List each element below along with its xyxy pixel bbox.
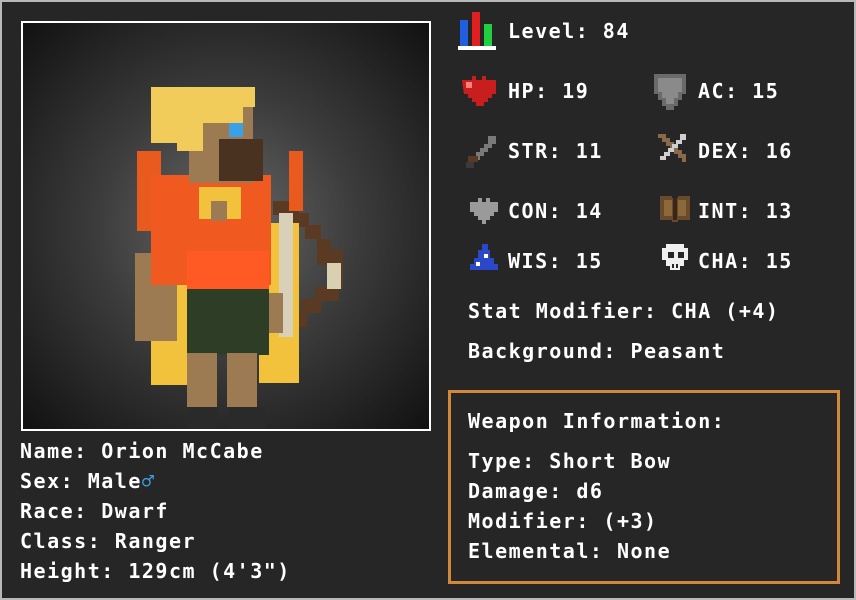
shield-icon (654, 74, 686, 110)
weapon-type-label: Type: (468, 449, 536, 473)
weapon-title: Weapon Information: (468, 409, 726, 433)
height-label: Height: (20, 559, 115, 583)
race-line: Race: Dwarf (20, 499, 169, 523)
stat-modifier-line: Stat Modifier: CHA (+4) (468, 299, 779, 323)
heart-icon (462, 76, 496, 106)
height-line: Height: 129cm (4'3") (20, 559, 291, 583)
character-class: Ranger (114, 529, 197, 553)
background-value: Peasant (630, 339, 726, 363)
ac-label: AC: (698, 79, 739, 103)
dex-value: 16 (765, 139, 793, 163)
character-height: 129cm (4'3") (128, 559, 291, 583)
character-name: Orion McCabe (101, 439, 264, 463)
level-bars-icon (458, 12, 496, 50)
background-label: Background: (468, 339, 617, 363)
grey-heart-icon (470, 198, 498, 224)
weapon-modifier-line: Modifier: (+3) (468, 509, 658, 533)
stat-modifier-value: CHA (+4) (671, 299, 780, 323)
con-label: CON: (508, 199, 563, 223)
weapon-modifier: (+3) (603, 509, 658, 533)
stat-modifier-label: Stat Modifier: (468, 299, 658, 323)
wis-label: WIS: (508, 249, 563, 273)
level-value: 84 (602, 19, 630, 43)
weapon-damage-line: Damage: d6 (468, 479, 603, 503)
class-line: Class: Ranger (20, 529, 196, 553)
ac-value: 15 (752, 79, 780, 103)
wizard-hat-icon (470, 244, 498, 270)
wis-value: 15 (575, 249, 603, 273)
cha-label: CHA: (698, 249, 753, 273)
skull-icon (662, 244, 688, 270)
level-line: Level: 84 (508, 19, 630, 43)
weapon-elemental-label: Elemental: (468, 539, 604, 563)
weapon-damage-label: Damage: (468, 479, 563, 503)
str-value: 11 (575, 139, 603, 163)
str-label: STR: (508, 139, 563, 163)
weapon-modifier-label: Modifier: (468, 509, 590, 533)
wis-stat: WIS: 15 (508, 249, 603, 273)
character-portrait (21, 21, 431, 431)
hp-label: HP: (508, 79, 549, 103)
dex-stat: DEX: 16 (698, 139, 793, 163)
class-label: Class: (20, 529, 102, 553)
level-label: Level: (508, 19, 590, 43)
background-line: Background: Peasant (468, 339, 725, 363)
weapon-elemental-line: Elemental: None (468, 539, 671, 563)
character-sex: Male (87, 469, 142, 493)
int-label: INT: (698, 199, 753, 223)
race-label: Race: (20, 499, 88, 523)
name-label: Name: (20, 439, 88, 463)
int-value: 13 (765, 199, 793, 223)
weapon-type-line: Type: Short Bow (468, 449, 671, 473)
male-symbol-icon: ♂ (141, 469, 156, 493)
cha-value: 15 (765, 249, 793, 273)
con-stat: CON: 14 (508, 199, 603, 223)
weapon-damage: d6 (576, 479, 604, 503)
sword-icon (466, 136, 496, 168)
ac-stat: AC: 15 (698, 79, 779, 103)
ranger-sprite (135, 87, 343, 429)
hp-value: 19 (562, 79, 590, 103)
sex-line: Sex: Male♂ (20, 469, 155, 493)
str-stat: STR: 11 (508, 139, 603, 163)
bow-icon (658, 134, 686, 162)
weapon-elemental: None (616, 539, 672, 563)
character-race: Dwarf (101, 499, 169, 523)
character-sheet: Name: Orion McCabe Sex: Male♂ Race: Dwar… (2, 2, 854, 598)
hp-stat: HP: 19 (508, 79, 589, 103)
cha-stat: CHA: 15 (698, 249, 793, 273)
weapon-type: Short Bow (549, 449, 672, 473)
name-line: Name: Orion McCabe (20, 439, 264, 463)
con-value: 14 (575, 199, 603, 223)
int-stat: INT: 13 (698, 199, 793, 223)
book-icon (660, 196, 690, 222)
sex-label: Sex: (20, 469, 75, 493)
dex-label: DEX: (698, 139, 753, 163)
